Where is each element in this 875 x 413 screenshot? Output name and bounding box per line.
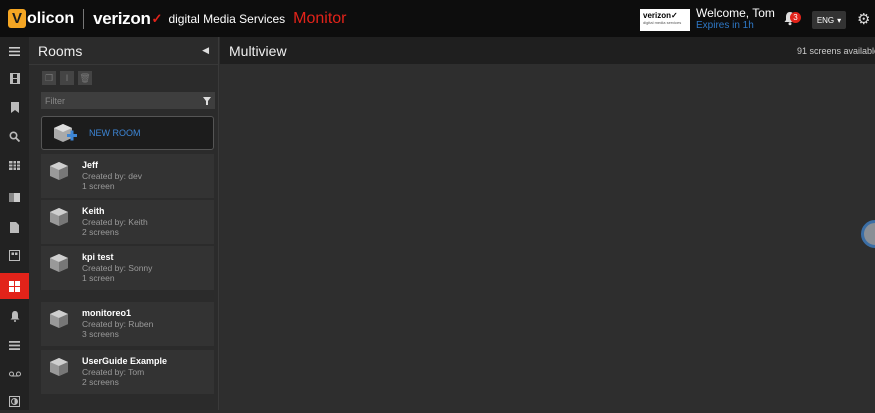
- service-name: digital Media Services: [168, 11, 286, 26]
- list-icon[interactable]: [0, 333, 29, 357]
- room-name: monitoreo1: [82, 308, 132, 318]
- room-creator: Created by: Sonny: [82, 263, 153, 273]
- room-item[interactable]: monitoreo1 Created by: Ruben 3 screens: [41, 302, 214, 346]
- bookmark-icon[interactable]: [0, 95, 29, 119]
- copy-icon[interactable]: ❐: [42, 71, 56, 85]
- user-welcome[interactable]: Welcome, Tom Expires in 1h: [696, 6, 775, 32]
- grid-icon[interactable]: [0, 273, 29, 299]
- room-screen-count: 3 screens: [82, 329, 119, 339]
- room-item[interactable]: UserGuide Example Created by: Tom 2 scre…: [41, 350, 214, 394]
- voicemail-icon[interactable]: [0, 362, 29, 386]
- badge-name: verizon✓: [643, 11, 678, 20]
- room-name: UserGuide Example: [82, 356, 168, 366]
- brand-area: V olicon verizon ✓ digital Media Service…: [0, 0, 347, 37]
- menu-icon[interactable]: [0, 39, 29, 63]
- session-expiry: Expires in 1h: [696, 20, 754, 31]
- room-screen-count: 2 screens: [82, 377, 119, 387]
- multiview-area: Multiview 91 screens available: [220, 37, 875, 410]
- room-creator: Created by: Keith: [82, 217, 148, 227]
- volicon-logo: V: [8, 9, 26, 28]
- bell-icon[interactable]: [0, 304, 29, 328]
- contrast-icon[interactable]: [0, 389, 29, 413]
- room-toolbar: ❐ I 🗑: [42, 71, 92, 85]
- language-value: ENG: [816, 15, 835, 25]
- notification-count: 3: [790, 12, 801, 23]
- page-title: Multiview: [229, 42, 287, 59]
- room-cube-icon: [48, 161, 72, 198]
- notifications-button[interactable]: 3: [783, 11, 801, 27]
- room-creator: Created by: dev: [82, 171, 143, 181]
- welcome-text: Welcome, Tom: [696, 6, 775, 20]
- side-drawer-handle[interactable]: [861, 220, 875, 248]
- room-item[interactable]: kpi test Created by: Sonny 1 screen: [41, 246, 214, 290]
- volicon-logo-text: olicon: [27, 9, 75, 27]
- screens-available: 91 screens available: [796, 45, 875, 56]
- verizon-check-icon: ✓: [151, 10, 163, 26]
- room-item[interactable]: Keith Created by: Keith 2 screens: [41, 200, 214, 244]
- language-select[interactable]: ENG ▾: [812, 11, 846, 29]
- room-screen-count: 1 screen: [82, 181, 115, 191]
- badge-subtitle: digital media services: [643, 20, 682, 25]
- file-icon[interactable]: [0, 215, 29, 239]
- room-screen-count: 1 screen: [82, 273, 115, 283]
- filter-icon: [203, 96, 211, 105]
- room-cube-icon: [48, 207, 72, 244]
- room-cube-icon: [48, 309, 72, 346]
- collapse-panel-icon[interactable]: ◀: [202, 45, 209, 56]
- new-room-label: NEW ROOM: [89, 128, 141, 138]
- room-name: kpi test: [82, 252, 114, 262]
- search-icon[interactable]: [0, 124, 29, 148]
- room-cube-icon: [48, 357, 72, 394]
- rooms-panel: Rooms ◀ ❐ I 🗑 Filter NEW ROOM Jeff Creat…: [29, 37, 219, 410]
- rooms-panel-title: Rooms: [38, 42, 83, 59]
- delete-icon[interactable]: 🗑: [78, 71, 92, 85]
- gear-icon[interactable]: ⚙: [857, 10, 870, 28]
- filter-input[interactable]: Filter: [41, 92, 215, 109]
- room-screen-count: 2 screens: [82, 227, 119, 237]
- room-name: Jeff: [82, 160, 99, 170]
- brand-divider: [83, 8, 85, 29]
- product-name: Monitor: [293, 9, 347, 27]
- verizon-badge: verizon✓ digital media services: [640, 9, 690, 31]
- rooms-panel-header: Rooms ◀: [29, 37, 218, 65]
- room-cube-icon: [48, 253, 72, 290]
- room-name: Keith: [82, 206, 105, 216]
- filter-placeholder: Filter: [45, 95, 65, 106]
- room-item[interactable]: Jeff Created by: dev 1 screen: [41, 154, 214, 198]
- room-creator: Created by: Ruben: [82, 319, 154, 329]
- new-room-icon: [52, 123, 77, 143]
- layout-icon[interactable]: [0, 243, 29, 267]
- film-icon[interactable]: [0, 66, 29, 90]
- room-creator: Created by: Tom: [82, 367, 145, 377]
- rename-icon[interactable]: I: [60, 71, 74, 85]
- new-room-button[interactable]: NEW ROOM: [41, 116, 214, 150]
- gradient-icon[interactable]: [0, 185, 29, 209]
- multiview-header: Multiview 91 screens available: [220, 37, 875, 64]
- chevron-down-icon: ▾: [837, 15, 842, 25]
- table-icon[interactable]: [0, 153, 29, 177]
- verizon-logo: verizon: [93, 8, 151, 28]
- icon-nav: [0, 37, 29, 410]
